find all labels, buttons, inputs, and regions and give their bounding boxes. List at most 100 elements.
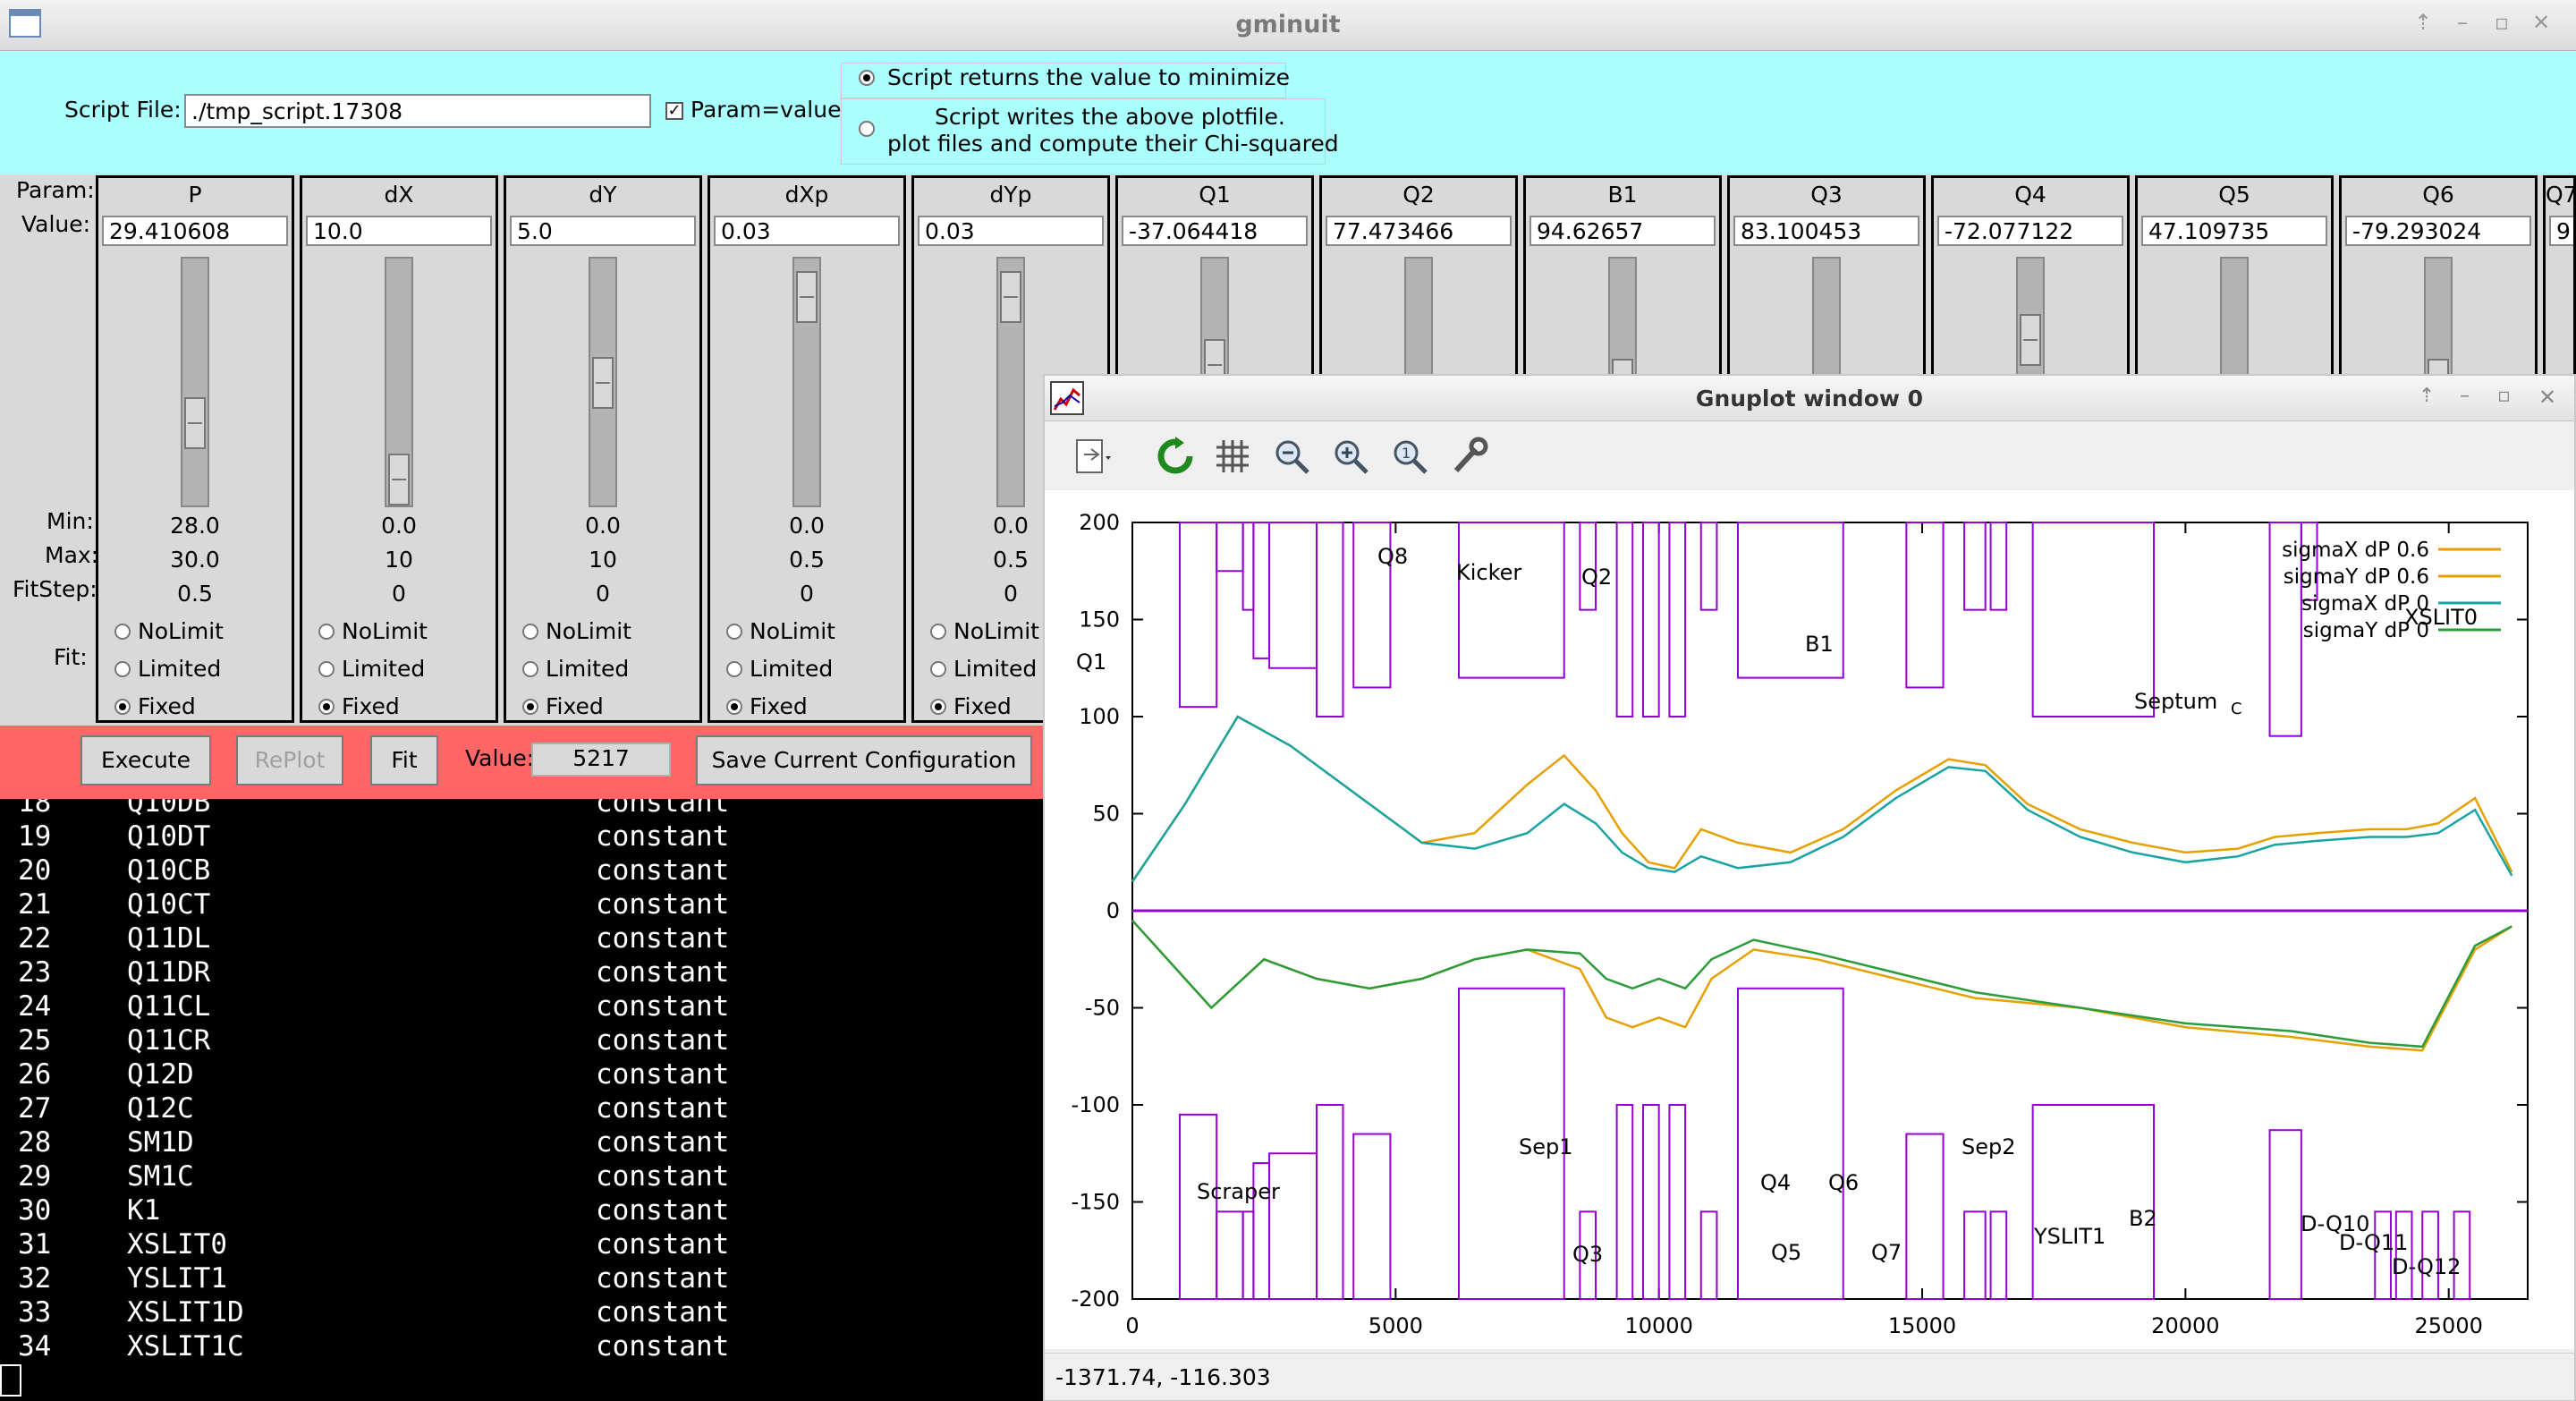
x-tick-label: 5000 xyxy=(1368,1313,1423,1338)
fit-nolimit-option[interactable]: NoLimit xyxy=(114,618,224,644)
fit-fixed-option[interactable]: Fixed xyxy=(726,693,808,719)
fit-nolimit-option[interactable]: NoLimit xyxy=(726,618,835,644)
fit-limited-option[interactable]: Limited xyxy=(114,656,221,682)
script-file-input[interactable] xyxy=(184,94,651,128)
console-cell-name: Q10CB xyxy=(127,854,211,887)
console-cell-name: Q10DT xyxy=(127,820,211,853)
param-slider[interactable] xyxy=(589,257,617,507)
mode-option2-radio[interactable] xyxy=(859,121,875,137)
param-slider[interactable] xyxy=(385,257,413,507)
zoom-in-icon[interactable] xyxy=(1331,437,1370,476)
fit-limited-option[interactable]: Limited xyxy=(726,656,833,682)
plot-area[interactable]: 200 150 100 50 0 -50 -100 -150 -200 0 5000 10000 150… xyxy=(1045,490,2574,1349)
param-value-input[interactable] xyxy=(1937,216,2123,246)
param-slider[interactable] xyxy=(181,257,209,507)
console-cell-st: constant xyxy=(596,1330,730,1363)
beamline-element xyxy=(1905,1133,1945,1300)
settings-icon[interactable] xyxy=(1449,437,1488,476)
param-value-input[interactable] xyxy=(102,216,288,246)
param-eq-value-checkbox[interactable]: ✓ xyxy=(665,102,683,120)
param-value-input[interactable] xyxy=(2141,216,2327,246)
param-value-input[interactable] xyxy=(2549,216,2573,246)
replot-icon[interactable] xyxy=(1156,437,1195,476)
param-slider[interactable] xyxy=(792,257,821,507)
series-line-2 xyxy=(1131,715,2513,883)
param-value-input[interactable] xyxy=(510,216,696,246)
param-value-input[interactable] xyxy=(714,216,900,246)
fit-fixed-option[interactable]: Fixed xyxy=(930,693,1012,719)
beamline-element xyxy=(1699,522,1718,611)
param-slider[interactable] xyxy=(996,257,1025,507)
param-value-input[interactable] xyxy=(1733,216,1919,246)
console-cell-name: Q11CR xyxy=(127,1024,211,1057)
fit-fixed-option[interactable]: Fixed xyxy=(114,693,196,719)
slider-thumb[interactable] xyxy=(2020,314,2041,366)
export-icon[interactable] xyxy=(1073,437,1113,476)
fit-limited-option[interactable]: Limited xyxy=(522,656,629,682)
mode-option1-radio[interactable] xyxy=(859,70,875,86)
beamline-element xyxy=(1352,1133,1392,1300)
fit-nolimit-option[interactable]: NoLimit xyxy=(930,618,1039,644)
param-value-input[interactable] xyxy=(1530,216,1716,246)
slider-thumb[interactable] xyxy=(592,357,614,409)
gnuplot-shade-icon[interactable]: ⇡ xyxy=(2419,385,2435,407)
param-fitstep: 0 xyxy=(596,581,610,607)
param-value-input[interactable] xyxy=(1122,216,1308,246)
window-minimize-icon[interactable]: – xyxy=(2453,12,2472,33)
beamline-element xyxy=(2374,1210,2392,1300)
console-cell-n: 21 xyxy=(18,888,52,921)
beamline-element xyxy=(1457,522,1565,679)
console-cell-st: constant xyxy=(596,1296,730,1329)
grid-icon[interactable] xyxy=(1213,437,1252,476)
console-output[interactable]: 18Q10DB-0.97697E-02constant19Q10DT-0.300… xyxy=(0,799,1043,1401)
window-close-icon[interactable]: ✕ xyxy=(2531,12,2551,33)
param-name: Q2 xyxy=(1402,182,1435,208)
y-tick-label: -200 xyxy=(1072,1286,1120,1312)
param-value-input[interactable] xyxy=(2345,216,2531,246)
fit-limited-option[interactable]: Limited xyxy=(318,656,425,682)
console-cell-n: 25 xyxy=(18,1024,52,1057)
fit-limited-option[interactable]: Limited xyxy=(930,656,1037,682)
param-name: P xyxy=(188,182,202,208)
slider-thumb[interactable] xyxy=(388,454,410,505)
slider-thumb[interactable] xyxy=(796,271,818,323)
annotation-label: Q2 xyxy=(1581,565,1612,590)
gnuplot-close-icon[interactable]: ✕ xyxy=(2538,385,2556,410)
fit-fixed-option[interactable]: Fixed xyxy=(318,693,400,719)
beamline-element xyxy=(1668,522,1687,717)
gnuplot-maximize-icon[interactable]: ▫ xyxy=(2497,385,2511,407)
param-name: dXp xyxy=(784,182,829,208)
save-configuration-button[interactable]: Save Current Configuration xyxy=(696,735,1032,785)
replot-button[interactable]: RePlot xyxy=(236,735,343,785)
console-cell-st: constant xyxy=(596,1160,730,1193)
script-file-label: Script File: xyxy=(64,97,182,123)
execute-button[interactable]: Execute xyxy=(80,735,211,785)
window-shade-icon[interactable]: ⇡ xyxy=(2413,12,2433,33)
param-value-input[interactable] xyxy=(306,216,492,246)
beamline-element xyxy=(2031,522,2156,717)
fit-nolimit-option[interactable]: NoLimit xyxy=(318,618,428,644)
zoom-out-icon[interactable] xyxy=(1272,437,1311,476)
console-cell-name: XSLIT1D xyxy=(127,1296,244,1329)
fit-button[interactable]: Fit xyxy=(370,735,438,785)
series-line-1 xyxy=(1131,920,2512,1052)
console-cell-name: Q12D xyxy=(127,1058,194,1091)
slider-thumb[interactable] xyxy=(1000,271,1021,323)
console-cell-st: constant xyxy=(596,922,730,955)
slider-thumb[interactable] xyxy=(184,397,206,449)
console-cell-name: Q10CT xyxy=(127,888,211,921)
fit-fixed-option[interactable]: Fixed xyxy=(522,693,604,719)
y-tick-label: -150 xyxy=(1072,1190,1120,1215)
plot-svg[interactable]: 200150100500-50-100-150-2000 5000 10000 150… xyxy=(1045,490,2574,1349)
param-value-input[interactable] xyxy=(1326,216,1512,246)
zoom-fit-icon[interactable]: 1 xyxy=(1390,437,1429,476)
console-cell-n: 24 xyxy=(18,990,52,1023)
console-cell-n: 26 xyxy=(18,1058,52,1091)
param-value-input[interactable] xyxy=(918,216,1104,246)
param-max: 0.5 xyxy=(789,547,825,573)
param-fitstep: 0 xyxy=(392,581,406,607)
window-maximize-icon[interactable]: ▫ xyxy=(2492,12,2512,33)
annotation-label: B1 xyxy=(1805,632,1834,657)
fit-nolimit-option[interactable]: NoLimit xyxy=(522,618,631,644)
gnuplot-minimize-icon[interactable]: – xyxy=(2460,385,2470,407)
